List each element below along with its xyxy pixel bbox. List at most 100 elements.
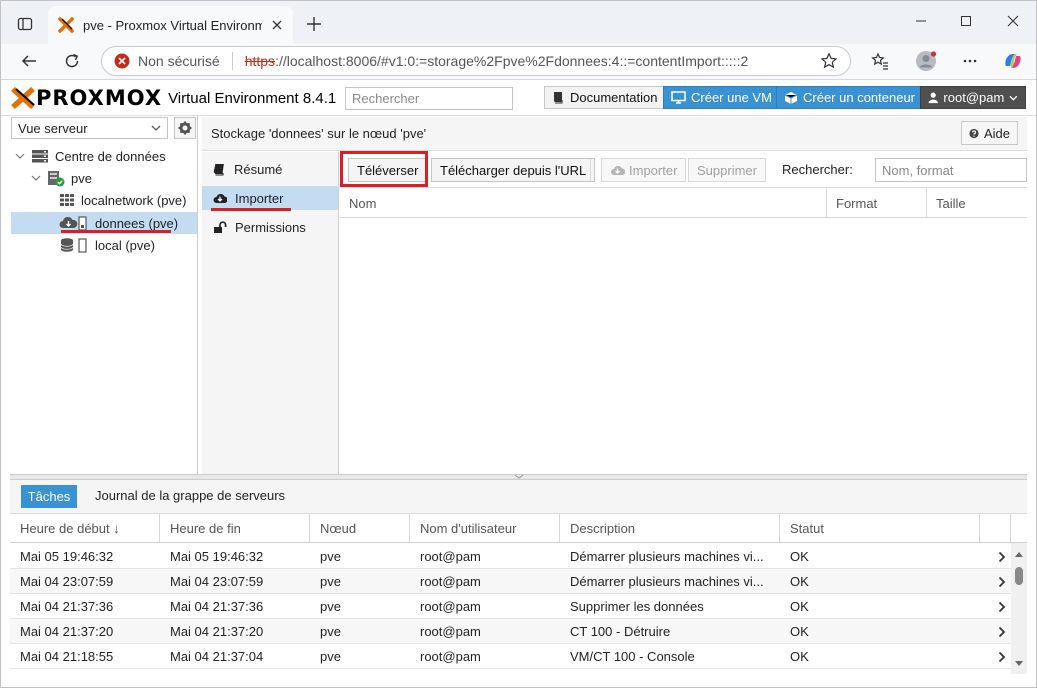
chevron-right-icon[interactable] bbox=[988, 569, 1008, 594]
task-description: Démarrer plusieurs machines vi... bbox=[570, 574, 764, 589]
reload-icon[interactable] bbox=[57, 46, 87, 76]
task-status: OK bbox=[790, 599, 809, 614]
content-grid-header: Nom Format Taille bbox=[340, 189, 1027, 218]
column-header-description[interactable]: Description bbox=[560, 514, 780, 543]
url-divider bbox=[231, 52, 233, 70]
tab-cluster-log[interactable]: Journal de la grappe de serveurs bbox=[95, 488, 285, 503]
task-node: pve bbox=[320, 649, 341, 664]
copilot-icon[interactable] bbox=[998, 46, 1028, 76]
help-label: Aide bbox=[983, 125, 1010, 141]
task-end: Mai 04 21:37:20 bbox=[170, 624, 264, 639]
column-header-start-time[interactable]: Heure de début ↓ bbox=[10, 514, 160, 543]
more-menu-icon[interactable] bbox=[955, 46, 985, 76]
collapse-arrow-icon[interactable] bbox=[15, 151, 25, 161]
import-button[interactable]: Importer bbox=[601, 158, 687, 182]
task-user: root@pam bbox=[420, 624, 481, 639]
tab-tasks[interactable]: Tâches bbox=[21, 485, 77, 508]
cube-icon bbox=[784, 91, 798, 104]
create-container-button[interactable]: Créer un conteneur bbox=[776, 86, 924, 109]
column-header-size[interactable]: Taille bbox=[927, 189, 1027, 218]
highlight-underline-import bbox=[211, 208, 291, 211]
tree-item-storage-local[interactable]: local (pve) bbox=[11, 234, 197, 256]
search-label: Rechercher: bbox=[782, 162, 853, 177]
maximize-icon[interactable] bbox=[951, 6, 981, 36]
task-start: Mai 04 21:37:20 bbox=[20, 624, 114, 639]
task-end: Mai 04 23:07:59 bbox=[170, 574, 264, 589]
close-tab-icon[interactable] bbox=[271, 19, 283, 31]
favorites-icon[interactable] bbox=[865, 46, 895, 76]
view-settings-button[interactable] bbox=[174, 117, 196, 139]
minimize-icon[interactable] bbox=[906, 6, 936, 36]
profile-avatar-icon[interactable] bbox=[911, 46, 941, 76]
nav-item-import[interactable]: Importer bbox=[202, 186, 338, 210]
highlight-box-upload bbox=[340, 151, 428, 187]
task-description: VM/CT 100 - Console bbox=[570, 649, 695, 664]
chevron-right-icon[interactable] bbox=[988, 544, 1008, 569]
collapse-arrow-icon[interactable] bbox=[31, 173, 41, 183]
create-vm-label: Créer une VM bbox=[691, 90, 772, 105]
chevron-right-icon[interactable] bbox=[988, 619, 1008, 644]
nav-label-import: Importer bbox=[235, 190, 284, 206]
column-header-format[interactable]: Format bbox=[827, 189, 927, 218]
tree-label-localnetwork: localnetwork (pve) bbox=[81, 192, 187, 208]
chevron-right-icon[interactable] bbox=[988, 644, 1008, 669]
book-icon bbox=[553, 92, 563, 104]
chevron-right-icon[interactable] bbox=[988, 594, 1008, 619]
import-label: Importer bbox=[629, 162, 678, 178]
nav-item-permissions[interactable]: Permissions bbox=[202, 215, 338, 239]
user-menu-button[interactable]: root@pam bbox=[920, 86, 1026, 109]
favorite-star-icon[interactable] bbox=[820, 52, 838, 70]
column-header-name[interactable]: Nom bbox=[340, 189, 827, 218]
storage-cloud-icon bbox=[59, 216, 87, 231]
documentation-button[interactable]: Documentation bbox=[544, 86, 666, 109]
task-status: OK bbox=[790, 649, 809, 664]
help-button[interactable]: Aide bbox=[961, 121, 1018, 145]
browser-tab[interactable]: pve - Proxmox Virtual Environment bbox=[48, 6, 293, 44]
global-search-input[interactable]: Rechercher bbox=[345, 87, 513, 110]
task-status: OK bbox=[790, 574, 809, 589]
task-end: Mai 05 19:46:32 bbox=[170, 549, 264, 564]
task-row[interactable]: Mai 04 21:37:36 Mai 04 21:37:36 pve root… bbox=[10, 594, 1011, 619]
task-node: pve bbox=[320, 574, 341, 589]
back-icon[interactable] bbox=[14, 46, 44, 76]
column-header-user[interactable]: Nom d'utilisateur bbox=[410, 514, 560, 543]
create-vm-button[interactable]: Créer une VM bbox=[663, 86, 780, 109]
content-search-input[interactable]: Nom, format bbox=[875, 158, 1027, 182]
cloud-download-icon bbox=[611, 166, 625, 175]
column-header-node[interactable]: Nœud bbox=[310, 514, 410, 543]
column-header-status[interactable]: Statut bbox=[780, 514, 980, 543]
task-user: root@pam bbox=[420, 649, 481, 664]
task-row[interactable]: Mai 04 21:18:55 Mai 04 21:37:04 pve root… bbox=[10, 644, 1011, 669]
task-row[interactable]: Mai 05 19:46:32 Mai 05 19:46:32 pve root… bbox=[10, 544, 1011, 569]
close-window-icon[interactable] bbox=[998, 6, 1028, 36]
delete-button[interactable]: Supprimer bbox=[688, 158, 766, 182]
new-tab-icon[interactable] bbox=[299, 9, 329, 39]
book-icon bbox=[213, 163, 224, 175]
nav-item-summary[interactable]: Résumé bbox=[202, 157, 338, 181]
datacenter-icon bbox=[32, 149, 48, 162]
address-bar[interactable]: Non sécurisé https ://localhost:8006/#v1… bbox=[101, 46, 851, 76]
column-header-end-time[interactable]: Heure de fin bbox=[160, 514, 310, 543]
highlight-underline-storage bbox=[61, 230, 171, 233]
chevron-down-icon bbox=[151, 125, 161, 131]
task-row[interactable]: Mai 04 21:37:20 Mai 04 21:37:20 pve root… bbox=[10, 619, 1011, 644]
task-description: Démarrer plusieurs machines vi... bbox=[570, 549, 764, 564]
task-user: root@pam bbox=[420, 599, 481, 614]
task-scrollbar[interactable] bbox=[1011, 543, 1027, 674]
task-description: CT 100 - Détruire bbox=[570, 624, 671, 639]
create-container-label: Créer un conteneur bbox=[803, 90, 916, 105]
task-end: Mai 04 21:37:36 bbox=[170, 599, 264, 614]
content-title-bar: Stockage 'donnees' sur le nœud 'pve' bbox=[202, 117, 1027, 151]
database-icon bbox=[60, 238, 87, 253]
tree-item-storage-localnetwork[interactable]: localnetwork (pve) bbox=[11, 189, 197, 211]
sidebar-toggle-icon[interactable] bbox=[10, 9, 40, 39]
tree-item-datacenter[interactable]: Centre de données bbox=[11, 145, 197, 167]
view-selector[interactable]: Vue serveur bbox=[11, 117, 168, 139]
tree-item-node-pve[interactable]: pve bbox=[11, 167, 197, 189]
toolbar-separator bbox=[590, 159, 591, 181]
task-end: Mai 04 21:37:04 bbox=[170, 649, 264, 664]
task-user: root@pam bbox=[420, 549, 481, 564]
task-row[interactable]: Mai 04 23:07:59 Mai 04 23:07:59 pve root… bbox=[10, 569, 1011, 594]
tree-label-datacenter: Centre de données bbox=[55, 148, 166, 164]
download-from-url-button[interactable]: Télécharger depuis l'URL bbox=[431, 158, 596, 182]
